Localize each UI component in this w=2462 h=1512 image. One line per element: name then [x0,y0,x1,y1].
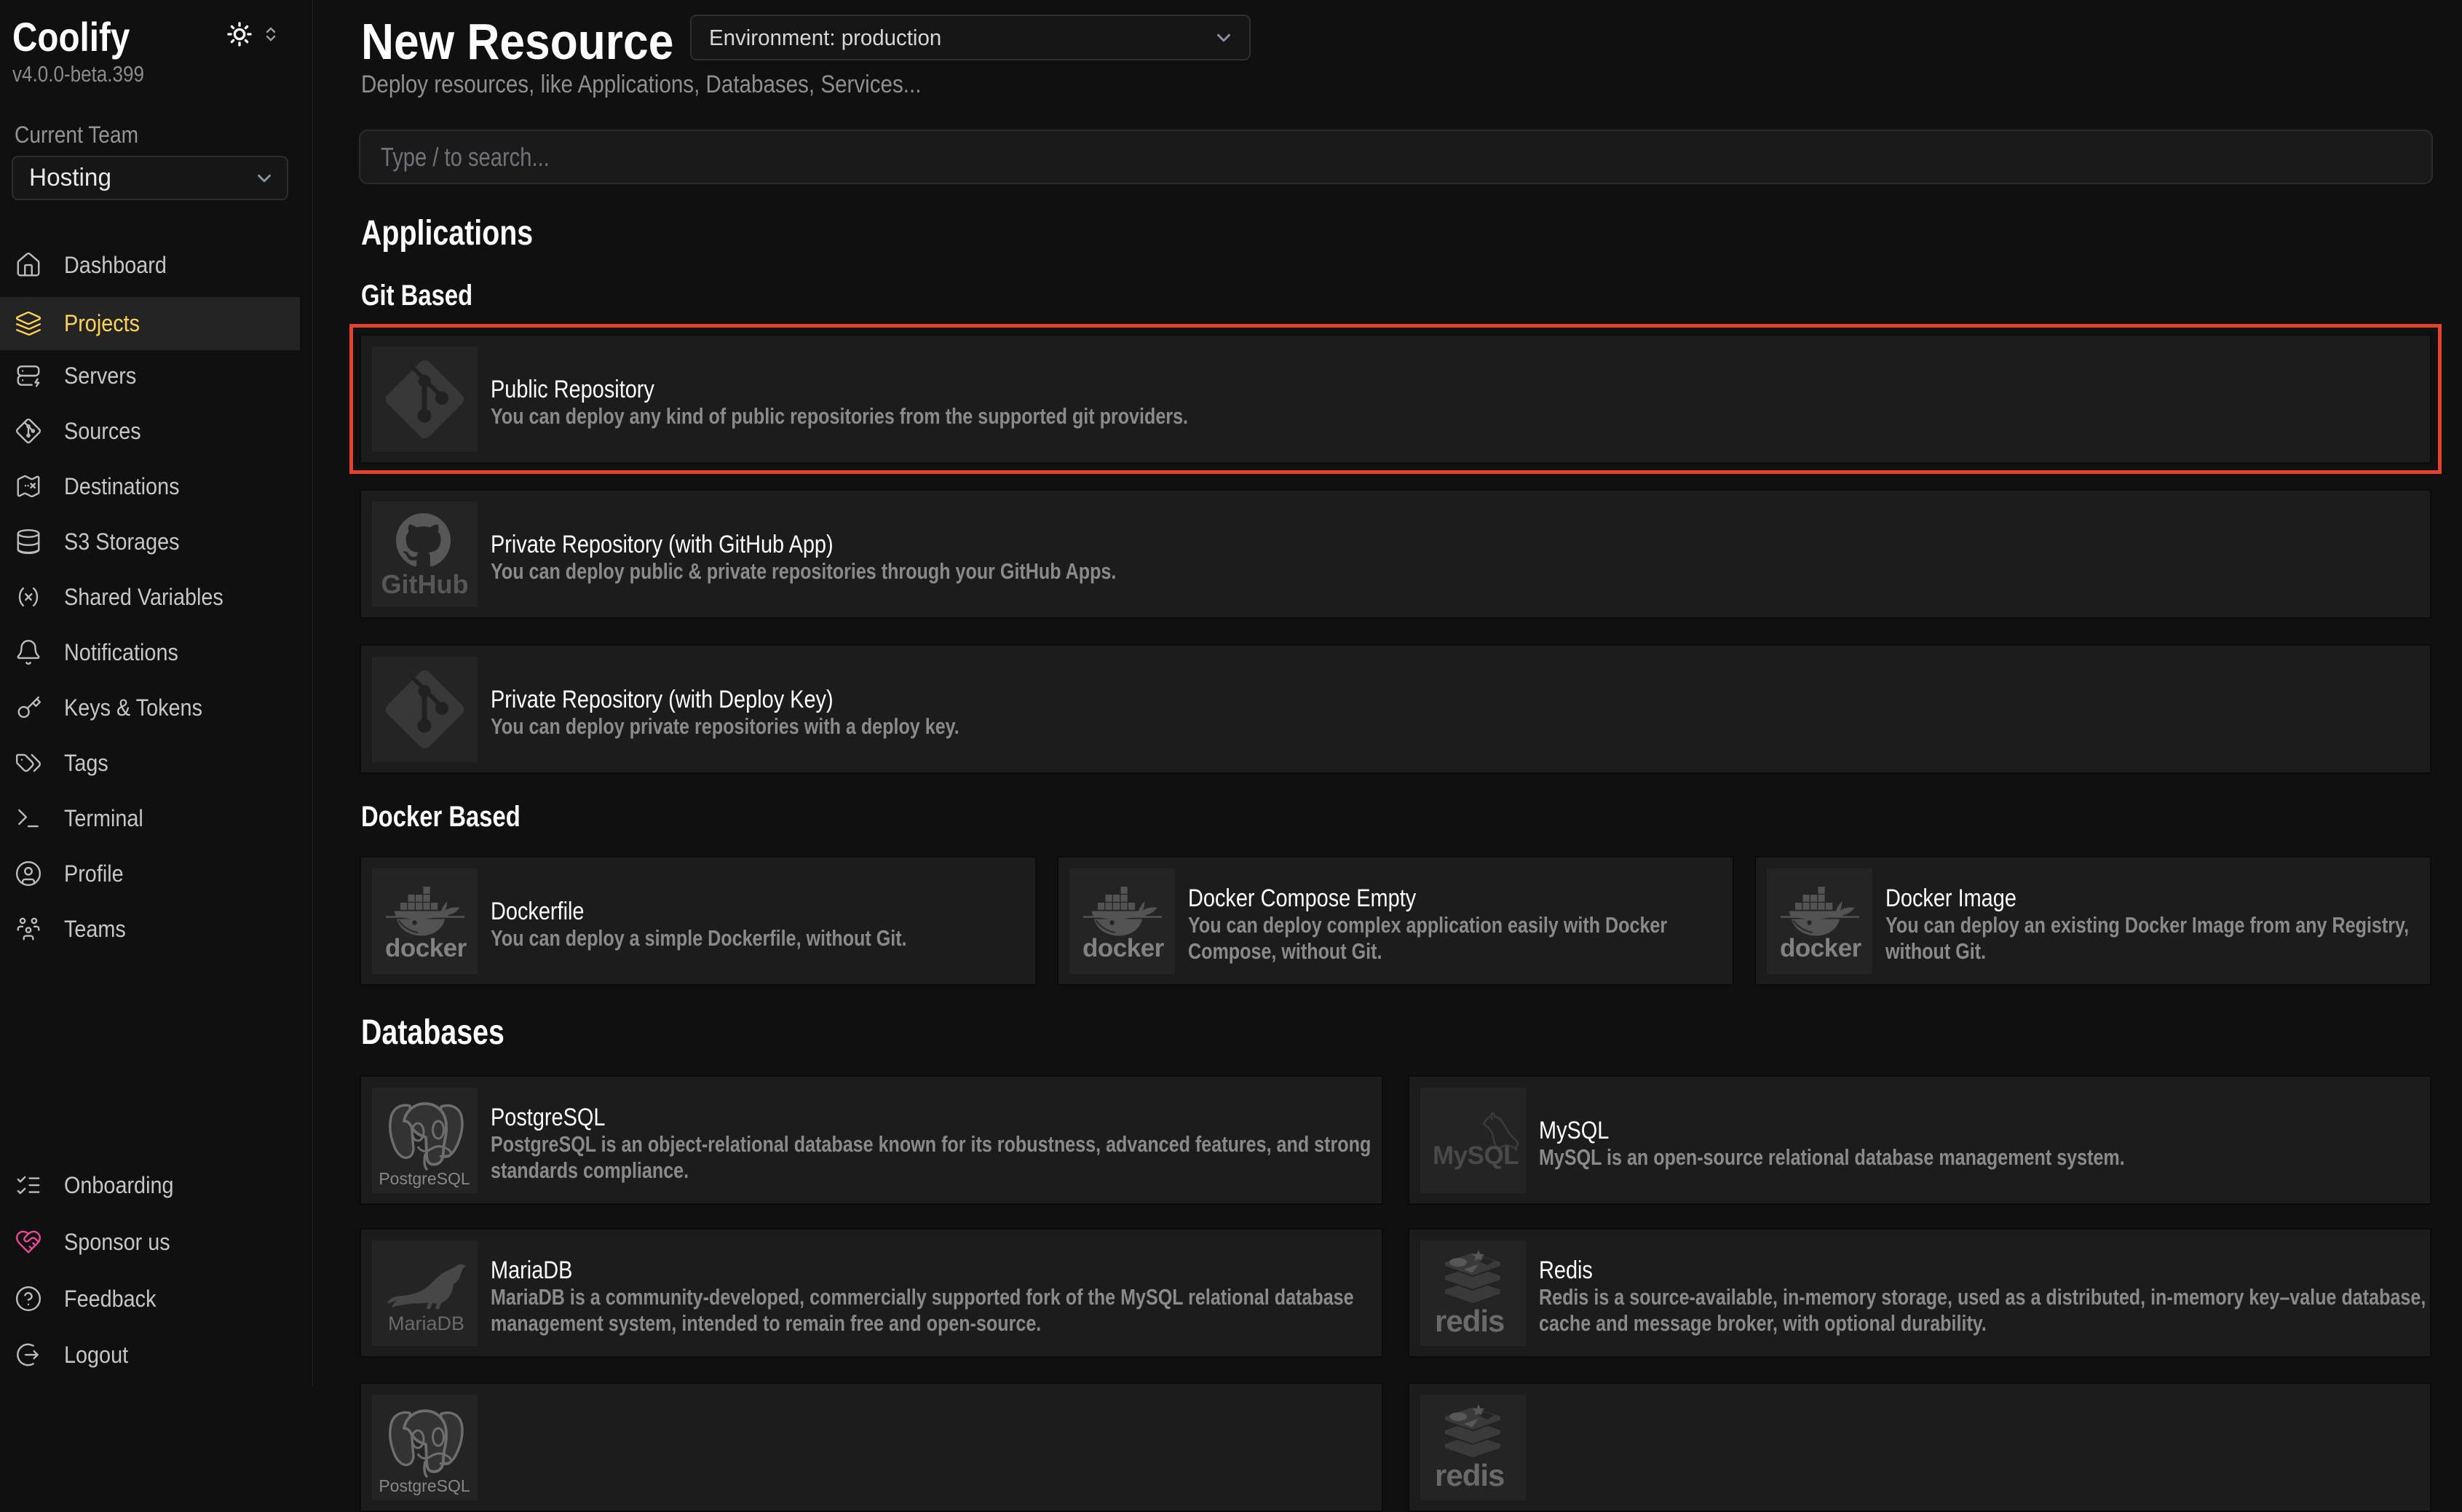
svg-text:docker: docker [1780,934,1862,962]
svg-text:docker: docker [1082,934,1165,962]
svg-text:GitHub: GitHub [381,569,469,599]
svg-text:PostgreSQL: PostgreSQL [379,1169,470,1188]
svg-text:redis: redis [1435,1304,1504,1338]
svg-text:docker: docker [385,934,467,962]
svg-text:MariaDB: MariaDB [388,1313,464,1334]
svg-text:MySQL: MySQL [1433,1141,1519,1170]
svg-text:redis: redis [1435,1458,1504,1492]
svg-text:PostgreSQL: PostgreSQL [379,1476,470,1495]
